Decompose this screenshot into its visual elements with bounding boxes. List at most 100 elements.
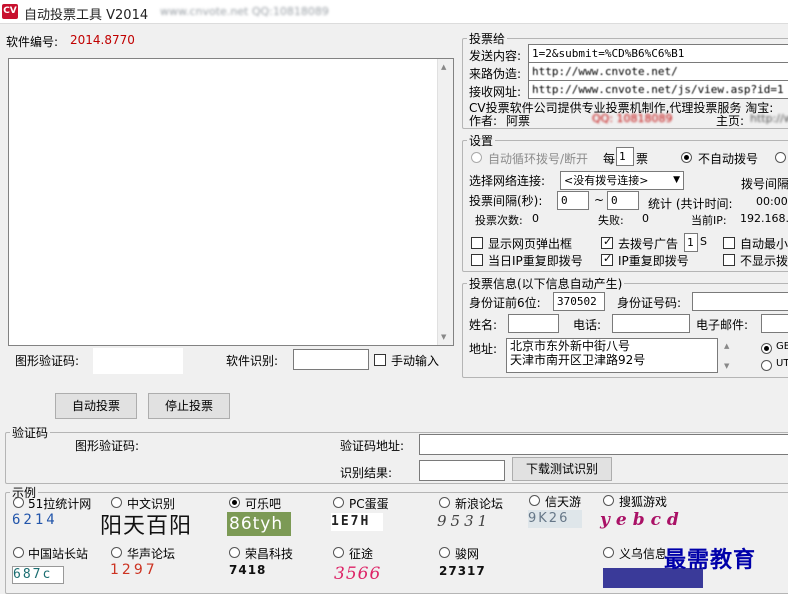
current-ip-label: 当前IP:: [691, 214, 727, 227]
interval-from-input[interactable]: 0: [557, 191, 589, 210]
app-logo-icon: CV: [2, 4, 18, 19]
ip-redial-today-label: 当日IP重复即拨号: [488, 254, 583, 268]
example-name: 征途: [349, 547, 374, 561]
recog-result-label: 识别结果:: [340, 466, 393, 480]
homepage-label: 主页:: [716, 114, 745, 128]
referer-input[interactable]: http://www.cnvote.net/: [528, 62, 788, 81]
scroll-up-icon[interactable]: ▲: [441, 63, 446, 71]
watermark-text: 最需教育: [664, 548, 757, 573]
fail-value: 0: [642, 212, 649, 225]
fail-label: 失败:: [598, 214, 624, 227]
id6-label: 身份证前6位:: [469, 296, 541, 310]
vote-count-label: 投票次数:: [475, 214, 523, 227]
author-value: 阿票: [506, 114, 531, 128]
example-radio[interactable]: [439, 547, 450, 558]
recog-result-input[interactable]: [419, 460, 505, 481]
example-captcha: 1297: [110, 562, 158, 578]
example-name: 新浪论坛: [455, 497, 504, 511]
id-number-label: 身份证号码:: [617, 296, 682, 310]
remove-ad-seconds-input[interactable]: 1: [684, 233, 698, 252]
ip-redial-today-checkbox[interactable]: [471, 254, 483, 266]
referer-value: http://www.cnvote.net/: [532, 65, 678, 78]
log-scrollbar[interactable]: ▲ ▼: [437, 59, 453, 345]
software-id-value: 2014.8770: [70, 33, 135, 47]
example-radio[interactable]: [529, 495, 540, 506]
no-auto-dial-label: 不自动拨号: [698, 152, 759, 166]
id-number-input[interactable]: [692, 292, 788, 311]
soft-recognize-label: 软件识别:: [226, 354, 279, 368]
no-show-checkbox[interactable]: [723, 254, 735, 266]
email-input[interactable]: [761, 314, 788, 333]
phone-input[interactable]: [612, 314, 690, 333]
example-radio[interactable]: [439, 497, 450, 508]
example-radio[interactable]: [111, 497, 122, 508]
network-label: 选择网络连接:: [469, 174, 546, 188]
ip-redial-label: IP重复即拨号: [618, 254, 689, 268]
other-dial-radio[interactable]: [775, 152, 786, 163]
remove-ad-checkbox[interactable]: [601, 235, 613, 249]
example-radio[interactable]: [13, 547, 24, 558]
chevron-down-icon: ▼: [673, 175, 680, 185]
address-scroll-down-icon[interactable]: ▼: [724, 362, 729, 370]
no-auto-dial-radio[interactable]: [681, 152, 692, 163]
soft-recognize-input[interactable]: [293, 349, 369, 370]
send-content-label: 发送内容:: [469, 49, 522, 63]
scroll-down-icon[interactable]: ▼: [441, 333, 446, 341]
receive-url-input[interactable]: http://www.cnvote.net/js/view.asp?id=1: [528, 80, 788, 99]
example-radio[interactable]: [229, 497, 240, 508]
example-captcha: 27317: [439, 564, 486, 578]
example-radio[interactable]: [111, 547, 122, 558]
send-content-input[interactable]: 1=2&submit=%CD%B6%C6%B1: [528, 44, 788, 63]
example-radio[interactable]: [13, 497, 24, 508]
example-radio[interactable]: [229, 547, 240, 558]
captcha-graphic-label: 图形验证码:: [75, 439, 140, 453]
address-line-2: 天津市南开区卫津路92号: [510, 353, 646, 367]
example-radio[interactable]: [333, 547, 344, 558]
auto-min-checkbox[interactable]: [723, 237, 735, 249]
email-label: 电子邮件:: [696, 318, 749, 332]
captcha-image: [93, 348, 183, 374]
homepage-value[interactable]: http://www.: [750, 112, 788, 125]
example-captcha: 9531: [437, 512, 492, 530]
stop-vote-button[interactable]: 停止投票: [148, 393, 230, 419]
show-popup-label: 显示网页弹出框: [488, 237, 573, 251]
log-textarea[interactable]: ▲ ▼: [8, 58, 454, 346]
example-name: 华声论坛: [127, 547, 176, 561]
example-radio[interactable]: [333, 497, 344, 508]
no-show-label: 不显示拨: [740, 254, 788, 268]
example-captcha: 9K26: [528, 510, 582, 528]
manual-input-label: 手动输入: [391, 354, 440, 368]
address-line-1: 北京市东外新中街八号: [510, 339, 631, 353]
referer-label: 来路伪造:: [469, 67, 522, 81]
example-name: 搜狐游戏: [619, 495, 668, 509]
example-radio[interactable]: [603, 495, 614, 506]
ip-redial-checkbox[interactable]: [601, 252, 613, 266]
id6-input[interactable]: 370502: [553, 292, 605, 311]
auto-vote-button[interactable]: 自动投票: [55, 393, 137, 419]
interval-to-input[interactable]: 0: [607, 191, 639, 210]
remove-ad-label: 去拨号广告: [618, 237, 679, 251]
encoding-utf-radio[interactable]: [761, 360, 772, 371]
remove-ad-unit: S: [700, 235, 707, 248]
example-name: 荣昌科技: [245, 547, 294, 561]
stats-time-value: 00:00: [756, 195, 788, 208]
encoding-gb-radio[interactable]: [761, 343, 772, 354]
address-scroll-up-icon[interactable]: ▲: [724, 342, 729, 350]
name-label: 姓名:: [469, 318, 498, 332]
encoding-gb-label: GB: [776, 341, 788, 352]
auto-dial-radio[interactable]: [471, 152, 482, 163]
network-select-value: <没有拨号连接>: [564, 174, 649, 187]
address-textarea[interactable]: 北京市东外新中街八号 天津市南开区卫津路92号: [506, 338, 718, 373]
captcha-url-input[interactable]: [419, 434, 788, 455]
example-radio[interactable]: [603, 547, 614, 558]
manual-input-checkbox[interactable]: [374, 354, 386, 366]
settings-legend: 设置: [469, 134, 494, 148]
auto-dial-label: 自动循环拨号/断开: [488, 152, 589, 166]
download-test-button[interactable]: 下载测试识别: [512, 457, 612, 481]
vote-target-legend: 投票给: [469, 32, 506, 46]
show-popup-checkbox[interactable]: [471, 237, 483, 249]
network-select[interactable]: <没有拨号连接> ▼: [560, 171, 684, 190]
per-count-input[interactable]: 1: [616, 147, 634, 166]
example-captcha: 6214: [12, 512, 58, 528]
name-input[interactable]: [508, 314, 559, 333]
